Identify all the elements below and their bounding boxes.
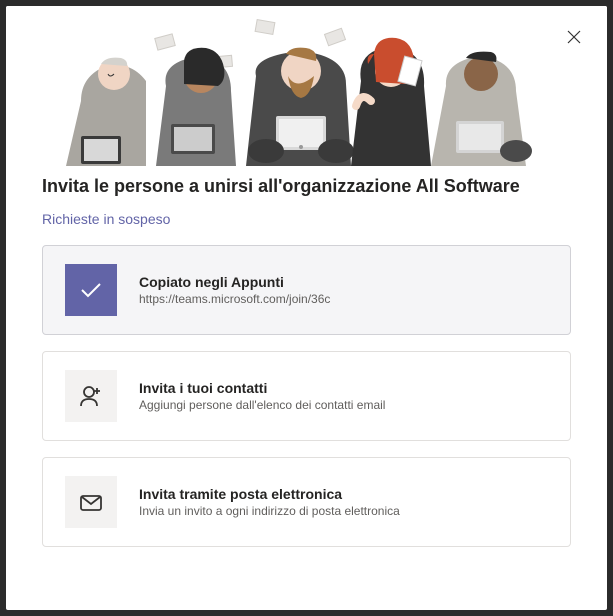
copy-link-text: Copiato negli Appunti https://teams.micr…	[139, 274, 548, 306]
invite-contacts-title: Invita i tuoi contatti	[139, 380, 548, 396]
invite-email-title: Invita tramite posta elettronica	[139, 486, 548, 502]
copy-link-option[interactable]: Copiato negli Appunti https://teams.micr…	[42, 245, 571, 335]
close-button[interactable]	[559, 24, 589, 54]
invite-contacts-option[interactable]: Invita i tuoi contatti Aggiungi persone …	[42, 351, 571, 441]
invite-dialog: Invita le persone a unirsi all'organizza…	[6, 6, 607, 610]
invite-contacts-subtitle: Aggiungi persone dall'elenco dei contatt…	[139, 398, 548, 412]
copy-link-url: https://teams.microsoft.com/join/36c	[139, 292, 548, 306]
copy-link-title: Copiato negli Appunti	[139, 274, 548, 290]
invite-contacts-text: Invita i tuoi contatti Aggiungi persone …	[139, 380, 548, 412]
envelope-icon	[65, 476, 117, 528]
hero-illustration	[6, 6, 607, 166]
invite-email-text: Invita tramite posta elettronica Invia u…	[139, 486, 548, 518]
invite-email-option[interactable]: Invita tramite posta elettronica Invia u…	[42, 457, 571, 547]
dialog-content: Invita le persone a unirsi all'organizza…	[6, 166, 607, 587]
invite-email-subtitle: Invia un invito a ogni indirizzo di post…	[139, 504, 548, 518]
checkmark-icon	[65, 264, 117, 316]
dialog-title: Invita le persone a unirsi all'organizza…	[42, 176, 571, 197]
person-add-icon	[65, 370, 117, 422]
close-icon	[567, 30, 581, 48]
pending-requests-link[interactable]: Richieste in sospeso	[42, 211, 170, 227]
